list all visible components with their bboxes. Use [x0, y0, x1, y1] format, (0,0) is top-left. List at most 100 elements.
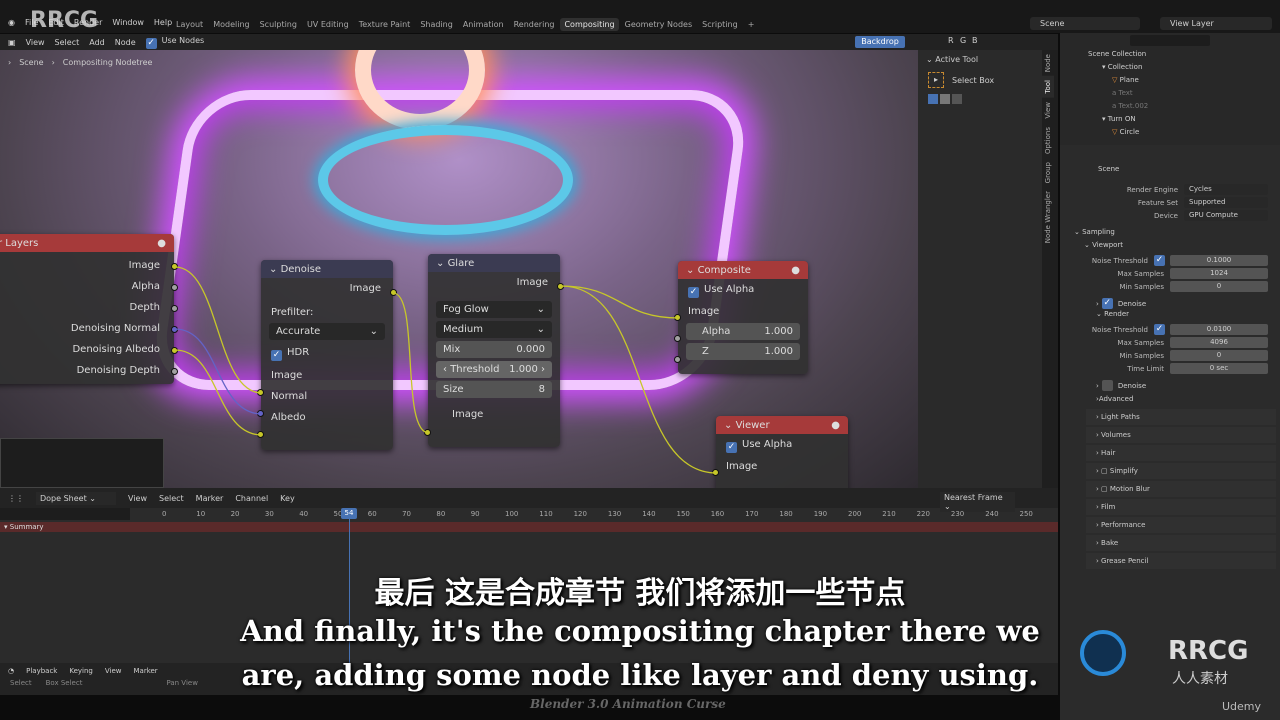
outliner-item[interactable]: a Text.002: [1060, 102, 1280, 115]
vp-noise-threshold-field[interactable]: 0.1000: [1170, 255, 1268, 266]
current-frame-indicator[interactable]: 54: [341, 508, 357, 519]
channel-b[interactable]: B: [972, 36, 978, 45]
outliner-scene-collection[interactable]: Scene Collection: [1060, 50, 1280, 63]
tab-layout[interactable]: Layout: [172, 18, 207, 31]
render-engine-dropdown[interactable]: Cycles: [1184, 184, 1268, 195]
view-layer-name: View Layer: [1170, 19, 1214, 28]
tab-sculpting[interactable]: Sculpting: [256, 18, 301, 31]
render-subsection[interactable]: ⌄ Render: [1084, 310, 1280, 323]
viewport-subsection[interactable]: ⌄ Viewport: [1084, 241, 1280, 254]
section-volumes[interactable]: › Volumes: [1086, 427, 1276, 443]
tool-label: Select Box: [952, 75, 995, 85]
outliner-item[interactable]: ▾ Collection: [1060, 63, 1280, 76]
section-bake[interactable]: › Bake: [1086, 535, 1276, 551]
properties-editor: Scene Render Engine Cycles Feature Set Sup…: [1060, 145, 1280, 405]
vp-denoise-checkbox[interactable]: › ✓ Denoise: [1084, 297, 1280, 310]
noise-threshold-checkbox[interactable]: ✓: [1154, 324, 1165, 335]
section-light-paths[interactable]: › Light Paths: [1086, 409, 1276, 425]
editor-type-icon[interactable]: ▣: [8, 38, 16, 47]
device-dropdown[interactable]: GPU Compute: [1184, 210, 1268, 221]
blender-logo-icon[interactable]: ◉: [8, 18, 15, 27]
label: Denoise: [1117, 299, 1147, 308]
channel-r[interactable]: R: [948, 36, 954, 45]
advanced-subsection[interactable]: › Advanced: [1084, 392, 1280, 405]
mode-extend-icon[interactable]: [940, 94, 950, 104]
menu-window[interactable]: Window: [112, 18, 144, 27]
section-motion-blur[interactable]: › ▢ Motion Blur: [1086, 481, 1276, 497]
frame-tick: 250: [1019, 510, 1033, 518]
outliner-item[interactable]: a Text: [1060, 89, 1280, 102]
menu-channel[interactable]: Channel: [235, 494, 268, 503]
r-min-samples-field[interactable]: 0: [1170, 350, 1268, 361]
tab-compositing[interactable]: Compositing: [560, 18, 619, 31]
summary-row[interactable]: ▾ Summary: [0, 522, 1058, 532]
r-denoise-checkbox[interactable]: › Denoise: [1084, 379, 1280, 392]
tab-group[interactable]: Group: [1042, 158, 1054, 187]
channel-g[interactable]: G: [960, 36, 966, 45]
sampling-section[interactable]: ⌄ Sampling: [1062, 228, 1280, 241]
tab-tool[interactable]: Tool: [1042, 76, 1054, 98]
noise-threshold-checkbox[interactable]: ✓: [1154, 255, 1165, 266]
vp-min-samples-field[interactable]: 0: [1170, 281, 1268, 292]
render-engine-row[interactable]: Render Engine Cycles: [1084, 183, 1280, 196]
item-name: Text.002: [1118, 102, 1149, 110]
frame-tick: 130: [607, 510, 622, 518]
mode-dropdown[interactable]: Dope Sheet ⌄: [36, 491, 116, 505]
node-editor-canvas[interactable]: › Scene › Compositing Nodetree r Layers ● I…: [0, 50, 918, 488]
backdrop-button[interactable]: Backdrop: [855, 36, 905, 48]
use-nodes-checkbox[interactable]: ✓ Use Nodes: [145, 36, 204, 49]
tab-texture-paint[interactable]: Texture Paint: [355, 18, 415, 31]
tab-node[interactable]: Node: [1042, 50, 1054, 76]
label: Max Samples: [1117, 338, 1164, 347]
tab-geometry-nodes[interactable]: Geometry Nodes: [621, 18, 696, 31]
scene-name: Scene: [1040, 19, 1065, 28]
section-performance[interactable]: › Performance: [1086, 517, 1276, 533]
select-box-tool[interactable]: ▸ Select Box: [918, 69, 1042, 91]
tab-options[interactable]: Options: [1042, 123, 1054, 158]
section-film[interactable]: › Film: [1086, 499, 1276, 515]
outliner-item[interactable]: ▽ Circle: [1060, 128, 1280, 141]
tab-rendering[interactable]: Rendering: [510, 18, 559, 31]
scene-selector[interactable]: Scene: [1030, 17, 1140, 30]
snap-dropdown[interactable]: Nearest Frame ⌄: [940, 492, 1015, 512]
add-workspace-button[interactable]: +: [744, 18, 759, 31]
tab-view[interactable]: View: [1042, 98, 1054, 123]
outliner-item[interactable]: ▾ Turn ON: [1060, 115, 1280, 128]
menu-help[interactable]: Help: [154, 18, 172, 27]
link-glare-composite: [560, 285, 680, 319]
outliner-item[interactable]: ▽ Plane: [1060, 76, 1280, 89]
menu-select[interactable]: Select: [159, 494, 184, 503]
item-name: Circle: [1119, 128, 1140, 136]
menu-view[interactable]: View: [128, 494, 147, 503]
menu-select[interactable]: Select: [55, 38, 80, 47]
tab-node-wrangler[interactable]: Node Wrangler: [1042, 187, 1054, 247]
section-hair[interactable]: › Hair: [1086, 445, 1276, 461]
mode-new-icon[interactable]: [928, 94, 938, 104]
editor-type-icon[interactable]: ⋮⋮: [8, 494, 24, 503]
tab-uv-editing[interactable]: UV Editing: [303, 18, 353, 31]
section-simplify[interactable]: › ▢ Simplify: [1086, 463, 1276, 479]
tab-shading[interactable]: Shading: [416, 18, 457, 31]
section-grease-pencil[interactable]: › Grease Pencil: [1086, 553, 1276, 569]
menu-key[interactable]: Key: [280, 494, 295, 503]
r-max-samples-field[interactable]: 4096: [1170, 337, 1268, 348]
frame-tick: 240: [985, 510, 999, 518]
menu-node[interactable]: Node: [115, 38, 136, 47]
outliner-search-input[interactable]: [1130, 35, 1210, 46]
view-layer-selector[interactable]: View Layer: [1160, 17, 1272, 30]
menu-add[interactable]: Add: [89, 38, 105, 47]
mode-subtract-icon[interactable]: [952, 94, 962, 104]
menu-view[interactable]: View: [26, 38, 45, 47]
r-noise-threshold-field[interactable]: 0.0100: [1170, 324, 1268, 335]
feature-set-row[interactable]: Feature Set Supported: [1084, 196, 1280, 209]
device-row[interactable]: Device GPU Compute: [1084, 209, 1280, 222]
tab-animation[interactable]: Animation: [459, 18, 508, 31]
vp-max-samples-field[interactable]: 1024: [1170, 268, 1268, 279]
feature-set-dropdown[interactable]: Supported: [1184, 197, 1268, 208]
menu-marker[interactable]: Marker: [196, 494, 224, 503]
channel-search-input[interactable]: [0, 508, 130, 520]
frame-tick: 60: [367, 510, 377, 518]
tab-modeling[interactable]: Modeling: [209, 18, 253, 31]
r-time-limit-field[interactable]: 0 sec: [1170, 363, 1268, 374]
tab-scripting[interactable]: Scripting: [698, 18, 742, 31]
